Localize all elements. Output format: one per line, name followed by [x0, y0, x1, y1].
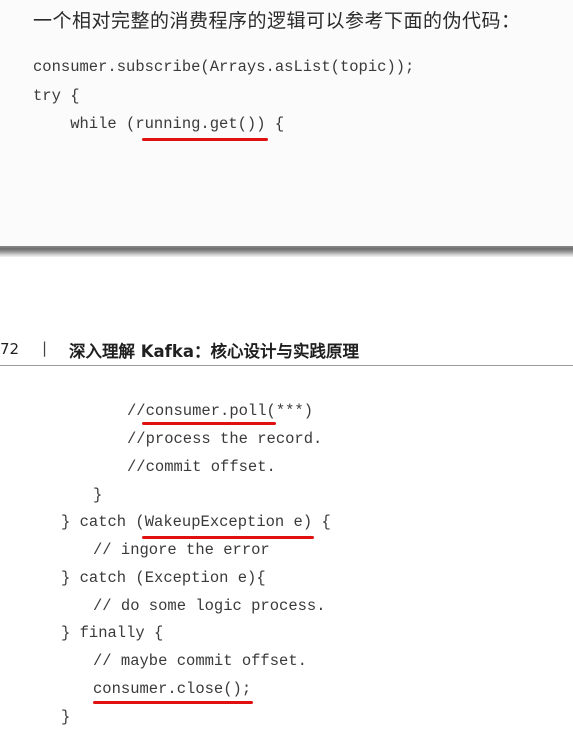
code-line-consumer-close: consumer.close(); — [93, 680, 252, 698]
intro-text: 一个相对完整的消费程序的逻辑可以参考下面的伪代码： — [33, 10, 521, 32]
header-separator: | — [42, 339, 48, 357]
code-line-poll: //consumer.poll(***) — [127, 402, 314, 420]
red-underline-consumer-poll — [142, 422, 276, 425]
code-line-finally: } finally { — [61, 624, 164, 642]
bottom-page — [0, 257, 573, 747]
code-line-process: //process the record. — [127, 430, 323, 448]
code-line-close-brace-try: } — [61, 708, 71, 726]
code-line-subscribe: consumer.subscribe(Arrays.asList(topic))… — [33, 58, 415, 76]
red-underline-running-get — [142, 138, 268, 141]
red-underline-consumer-close — [93, 701, 253, 704]
code-line-catch-wakeup: } catch (WakeupException e) { — [61, 513, 331, 531]
code-line-ignore-error: // ingore the error — [93, 541, 270, 559]
book-title: 深入理解 Kafka：核心设计与实践原理 — [69, 342, 359, 361]
code-line-try: try { — [33, 87, 80, 105]
code-line-catch-exception: } catch (Exception e){ — [61, 569, 266, 587]
code-line-logic-process: // do some logic process. — [93, 597, 326, 615]
code-line-commit: //commit offset. — [127, 458, 276, 476]
code-line-while: while (running.get()) { — [33, 115, 285, 133]
code-line-close-brace-while: } — [93, 486, 103, 504]
header-rule — [0, 365, 573, 366]
code-line-maybe-commit: // maybe commit offset. — [93, 652, 307, 670]
page-number: 72 — [0, 340, 20, 358]
page-divider — [0, 246, 573, 257]
red-underline-wakeup-exception — [142, 536, 314, 539]
